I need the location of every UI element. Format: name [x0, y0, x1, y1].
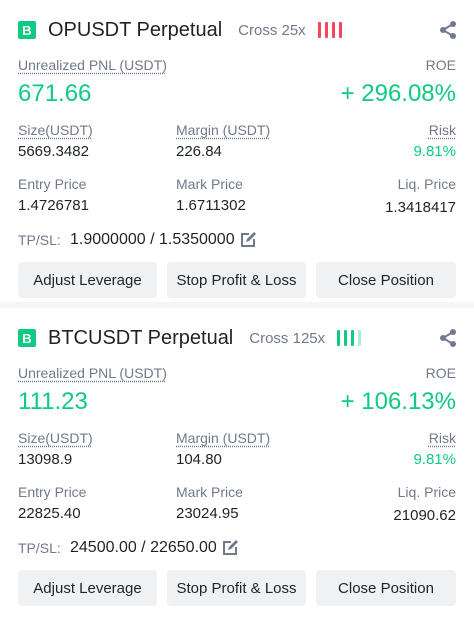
entry-price-value: 22825.40 — [18, 505, 81, 522]
adjust-leverage-button[interactable]: Adjust Leverage — [18, 262, 157, 298]
tpsl-label: TP/SL: — [18, 540, 61, 556]
roe-value: + 106.13% — [340, 388, 456, 415]
risk-bar — [351, 330, 355, 346]
risk-bar — [344, 330, 348, 346]
stop-profit-loss-button[interactable]: Stop Profit & Loss — [167, 262, 306, 298]
share-icon[interactable] — [438, 328, 458, 348]
adjust-leverage-button[interactable]: Adjust Leverage — [18, 570, 157, 606]
risk-label[interactable]: Risk — [429, 122, 456, 138]
unrealized-pnl-value: 671.66 — [18, 80, 92, 107]
liq-price-label: Liq. Price — [397, 484, 456, 500]
risk-bar — [331, 22, 335, 38]
entry-price-value: 1.4726781 — [18, 197, 89, 214]
tpsl-value: 1.9000000 / 1.5350000 — [70, 231, 235, 248]
risk-bar — [317, 22, 321, 38]
risk-value: 9.81% — [413, 143, 456, 160]
margin-label[interactable]: Margin (USDT) — [176, 122, 270, 138]
liq-price-label: Liq. Price — [397, 176, 456, 192]
entry-price-label: Entry Price — [18, 176, 87, 192]
risk-bar — [337, 330, 341, 346]
mark-price-value: 23024.95 — [176, 505, 239, 522]
tpsl-label: TP/SL: — [18, 232, 61, 248]
mark-price-label: Mark Price — [176, 484, 243, 500]
position-header: B BTCUSDT Perpetual Cross 125x — [18, 324, 458, 352]
roe-label: ROE — [425, 57, 456, 73]
risk-label[interactable]: Risk — [429, 430, 456, 446]
margin-value: 226.84 — [176, 143, 222, 160]
close-position-button[interactable]: Close Position — [316, 570, 456, 606]
size-label[interactable]: Size(USDT) — [18, 122, 93, 138]
tpsl-value: 24500.00 / 22650.00 — [70, 539, 217, 556]
edit-icon[interactable] — [240, 232, 256, 248]
size-label[interactable]: Size(USDT) — [18, 430, 93, 446]
roe-label: ROE — [425, 365, 456, 381]
unrealized-pnl-label[interactable]: Unrealized PNL (USDT) — [18, 57, 167, 73]
position-card: B OPUSDT Perpetual Cross 25x Unrealized … — [0, 0, 474, 302]
liq-price-value: 21090.62 — [393, 507, 456, 524]
close-position-button[interactable]: Close Position — [316, 262, 456, 298]
risk-bar — [324, 22, 328, 38]
edit-icon[interactable] — [222, 540, 238, 556]
binance-badge: B — [18, 21, 36, 39]
margin-value: 104.80 — [176, 451, 222, 468]
size-value: 13098.9 — [18, 451, 73, 468]
entry-price-label: Entry Price — [18, 484, 87, 500]
mark-price-label: Mark Price — [176, 176, 243, 192]
unrealized-pnl-value: 111.23 — [18, 388, 88, 415]
risk-level-icon — [317, 21, 342, 39]
stop-profit-loss-button[interactable]: Stop Profit & Loss — [167, 570, 306, 606]
position-symbol[interactable]: OPUSDT Perpetual — [48, 19, 222, 42]
unrealized-pnl-label[interactable]: Unrealized PNL (USDT) — [18, 365, 167, 381]
roe-value: + 296.08% — [340, 80, 456, 107]
binance-badge: B — [18, 329, 36, 347]
position-card: B BTCUSDT Perpetual Cross 125x Unrealize… — [0, 308, 474, 610]
liq-price-value: 1.3418417 — [385, 199, 456, 216]
margin-label[interactable]: Margin (USDT) — [176, 430, 270, 446]
position-header: B OPUSDT Perpetual Cross 25x — [18, 16, 458, 44]
mark-price-value: 1.6711302 — [176, 197, 246, 214]
risk-bar — [338, 22, 342, 38]
position-symbol[interactable]: BTCUSDT Perpetual — [48, 327, 233, 350]
size-value: 5669.3482 — [18, 143, 89, 160]
margin-mode-leverage[interactable]: Cross 25x — [238, 22, 306, 39]
risk-value: 9.81% — [413, 451, 456, 468]
risk-level-icon — [337, 329, 362, 347]
margin-mode-leverage[interactable]: Cross 125x — [249, 330, 325, 347]
risk-bar — [358, 330, 362, 346]
share-icon[interactable] — [438, 20, 458, 40]
